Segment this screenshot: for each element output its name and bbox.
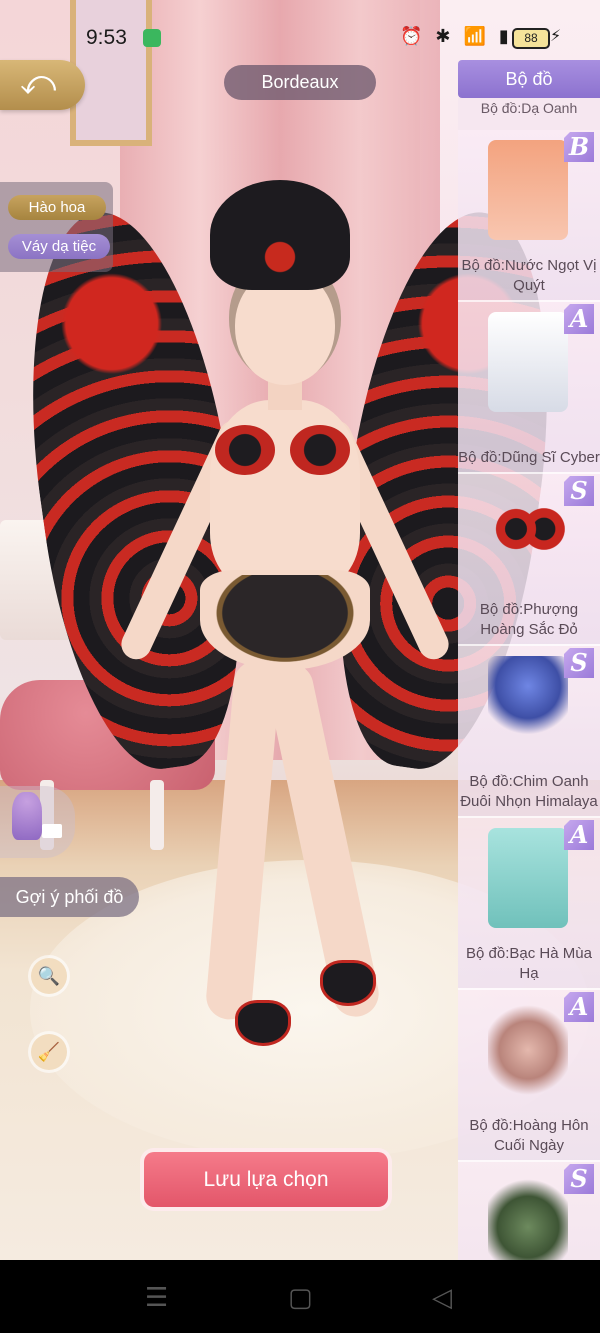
outfit-label: Bộ đồ:Hoàng Hôn Cuối Ngày [469,1117,589,1154]
tag-hao-hoa: Hào hoa [8,195,106,220]
battery-icon: 88 [512,28,550,49]
jeweled-belt [205,575,365,670]
outfit-thumbnail [488,828,568,928]
status-time: 9:53 [86,26,127,49]
outfit-thumbnail [488,312,568,412]
outfit-thumbnail [488,656,568,756]
outfit-item[interactable]: S Bộ đồ:Chim Oanh Đuôi Nhọn Himalaya [458,646,600,818]
outfit-item[interactable]: A Bộ đồ:Hoàng Hôn Cuối Ngày [458,990,600,1162]
outfit-label: Bộ đồ:Chim Oanh Đuôi Nhọn Himalaya [460,773,598,810]
grade-badge: S [564,476,594,506]
outfit-item[interactable]: A Bộ đồ:Dũng Sĩ Cyber [458,302,600,474]
left-shoe [235,1000,291,1046]
grade-badge: B [564,132,594,162]
back-button[interactable]: ⤺ [0,60,85,110]
outfit-thumbnail [488,1000,568,1100]
wardrobe-shortcut-button[interactable] [0,786,75,858]
outfit-label: Bộ đồ:Bạc Hà Mùa Hạ [466,945,592,982]
outfit-label: Bộ đồ:Dũng Sĩ Cyber [458,449,600,466]
home-icon[interactable]: ▢ [288,1282,313,1313]
panel-title[interactable]: Bộ đồ [458,60,600,98]
grade-badge: S [564,1164,594,1194]
outfit-list-panel[interactable]: Bộ đồ:Dạ Oanh Bộ đồ B Bộ đồ:Nước Ngọt Vị… [458,60,600,1260]
outfit-item[interactable]: S [458,1162,600,1260]
outfit-item[interactable]: B Bộ đồ:Nước Ngọt Vị Quýt [458,130,600,302]
suggest-outfit-button[interactable]: Gợi ý phối đồ [0,877,139,917]
brush-icon[interactable]: 🧹 [31,1034,67,1070]
outfit-label: Bộ đồ:Nước Ngọt Vị Quýt [461,257,597,294]
charging-icon: ⚡ [550,28,562,45]
right-shoe [320,960,376,1006]
grade-badge: A [564,992,594,1022]
nav-back-icon[interactable]: ◁ [432,1282,452,1313]
bra-left [215,425,275,475]
status-icons: ⏰ ✱ 📶 ▮▮ [400,26,527,46]
previous-item-label: Bộ đồ:Dạ Oanh [458,98,600,130]
outfit-thumbnail [488,1172,568,1260]
search-icon[interactable]: 🔍 [31,958,67,994]
menu-icon[interactable]: ☰ [145,1282,168,1313]
tag-vay-da-tiec: Váy dạ tiệc [8,234,110,259]
outfit-item[interactable]: A Bộ đồ:Bạc Hà Mùa Hạ [458,818,600,990]
ticket-icon [42,824,62,838]
outfit-item[interactable]: S Bộ đồ:Phượng Hoàng Sắc Đỏ [458,474,600,646]
outfit-thumbnail [488,484,568,584]
system-nav-bar: ☰ ▢ ◁ [0,1260,600,1333]
grade-badge: A [564,304,594,334]
grade-badge: S [564,648,594,678]
grade-badge: A [564,820,594,850]
bra-right [290,425,350,475]
style-tags: Hào hoa Váy dạ tiệc [0,182,113,272]
feather-headdress [210,180,350,290]
outfit-thumbnail [488,140,568,240]
save-selection-button[interactable]: Lưu lựa chọn [144,1152,388,1207]
outfit-title: Bordeaux [224,65,376,100]
outfit-label: Bộ đồ:Phượng Hoàng Sắc Đỏ [479,601,579,638]
dress-icon [12,792,42,840]
message-icon [143,29,161,47]
back-arrow-icon: ⤺ [20,64,57,102]
